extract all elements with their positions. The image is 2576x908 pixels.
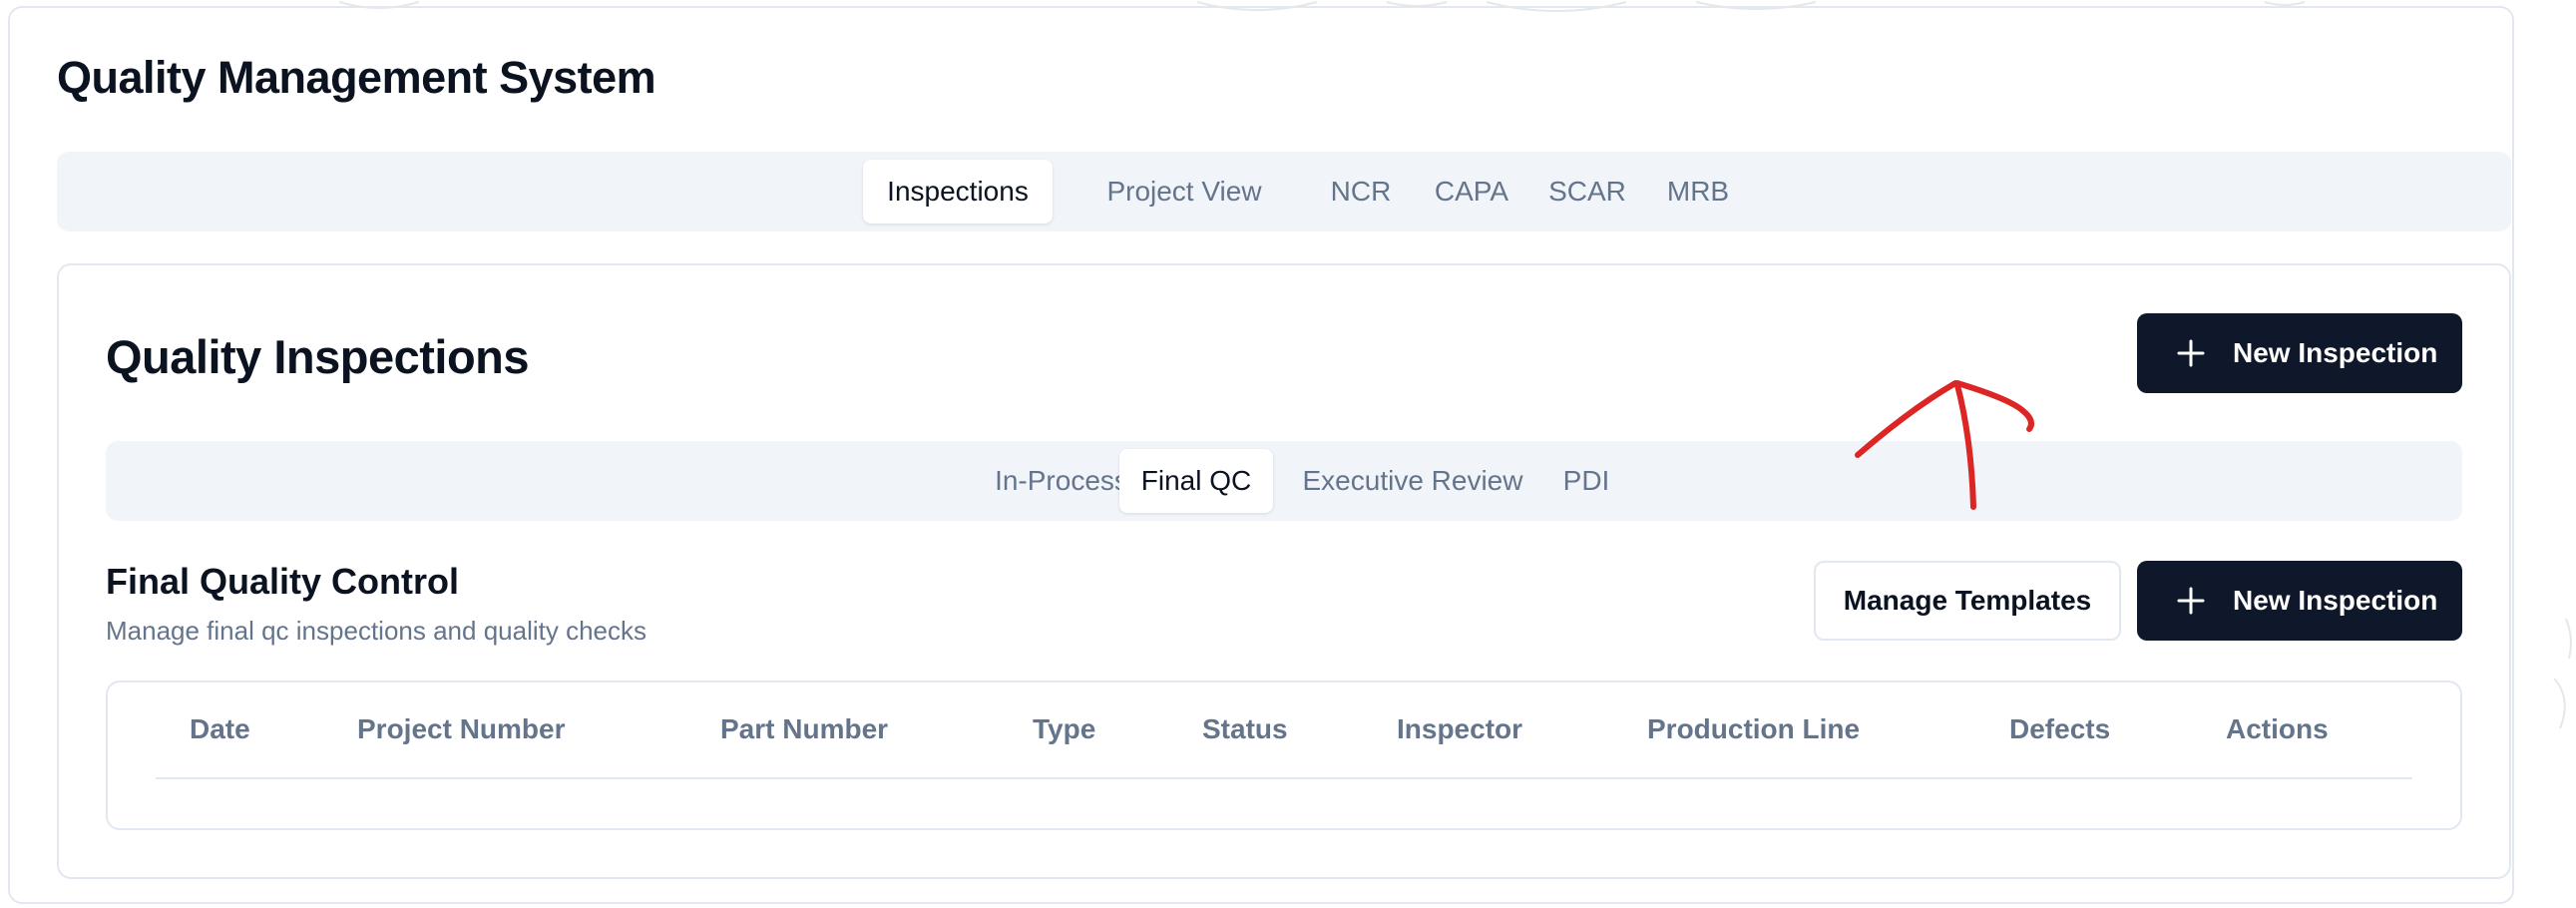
tab-pdi[interactable]: PDI	[1546, 449, 1626, 513]
column-header-date[interactable]: Date	[190, 713, 250, 745]
tab-executive-review[interactable]: Executive Review	[1281, 449, 1544, 513]
tab-inspections[interactable]: Inspections	[863, 160, 1053, 224]
sub-tab-bar: In-Process Final QC Executive Review PDI	[106, 441, 2462, 521]
main-tab-bar: Inspections Project View NCR CAPA SCAR M…	[57, 152, 2511, 231]
column-header-defects[interactable]: Defects	[2009, 713, 2110, 745]
column-header-inspector[interactable]: Inspector	[1397, 713, 1522, 745]
tab-final-qc[interactable]: Final QC	[1119, 449, 1273, 513]
tab-project-view[interactable]: Project View	[1065, 160, 1304, 224]
table-header-divider	[156, 777, 2412, 779]
new-inspection-button-header[interactable]: New Inspection	[2137, 313, 2462, 393]
plus-icon	[2177, 587, 2205, 615]
column-header-production-line[interactable]: Production Line	[1647, 713, 1860, 745]
tab-mrb[interactable]: MRB	[1649, 160, 1747, 224]
tab-capa[interactable]: CAPA	[1418, 160, 1525, 224]
section-title: Final Quality Control	[106, 561, 460, 602]
plus-icon	[2177, 339, 2205, 367]
manage-templates-button[interactable]: Manage Templates	[1814, 561, 2121, 641]
tab-ncr[interactable]: NCR	[1312, 160, 1410, 224]
column-header-part-number[interactable]: Part Number	[720, 713, 888, 745]
card-title: Quality Inspections	[106, 330, 530, 383]
tab-scar[interactable]: SCAR	[1533, 160, 1641, 224]
inspections-table	[106, 681, 2462, 830]
app-title: Quality Management System	[57, 52, 656, 103]
new-inspection-button-section[interactable]: New Inspection	[2137, 561, 2462, 641]
column-header-status[interactable]: Status	[1202, 713, 1288, 745]
section-subtitle: Manage final qc inspections and quality …	[106, 616, 646, 646]
column-header-project-number[interactable]: Project Number	[357, 713, 566, 745]
new-inspection-label: New Inspection	[2233, 585, 2438, 616]
column-header-actions[interactable]: Actions	[2226, 713, 2329, 745]
new-inspection-label: New Inspection	[2233, 337, 2438, 368]
column-header-type[interactable]: Type	[1033, 713, 1095, 745]
